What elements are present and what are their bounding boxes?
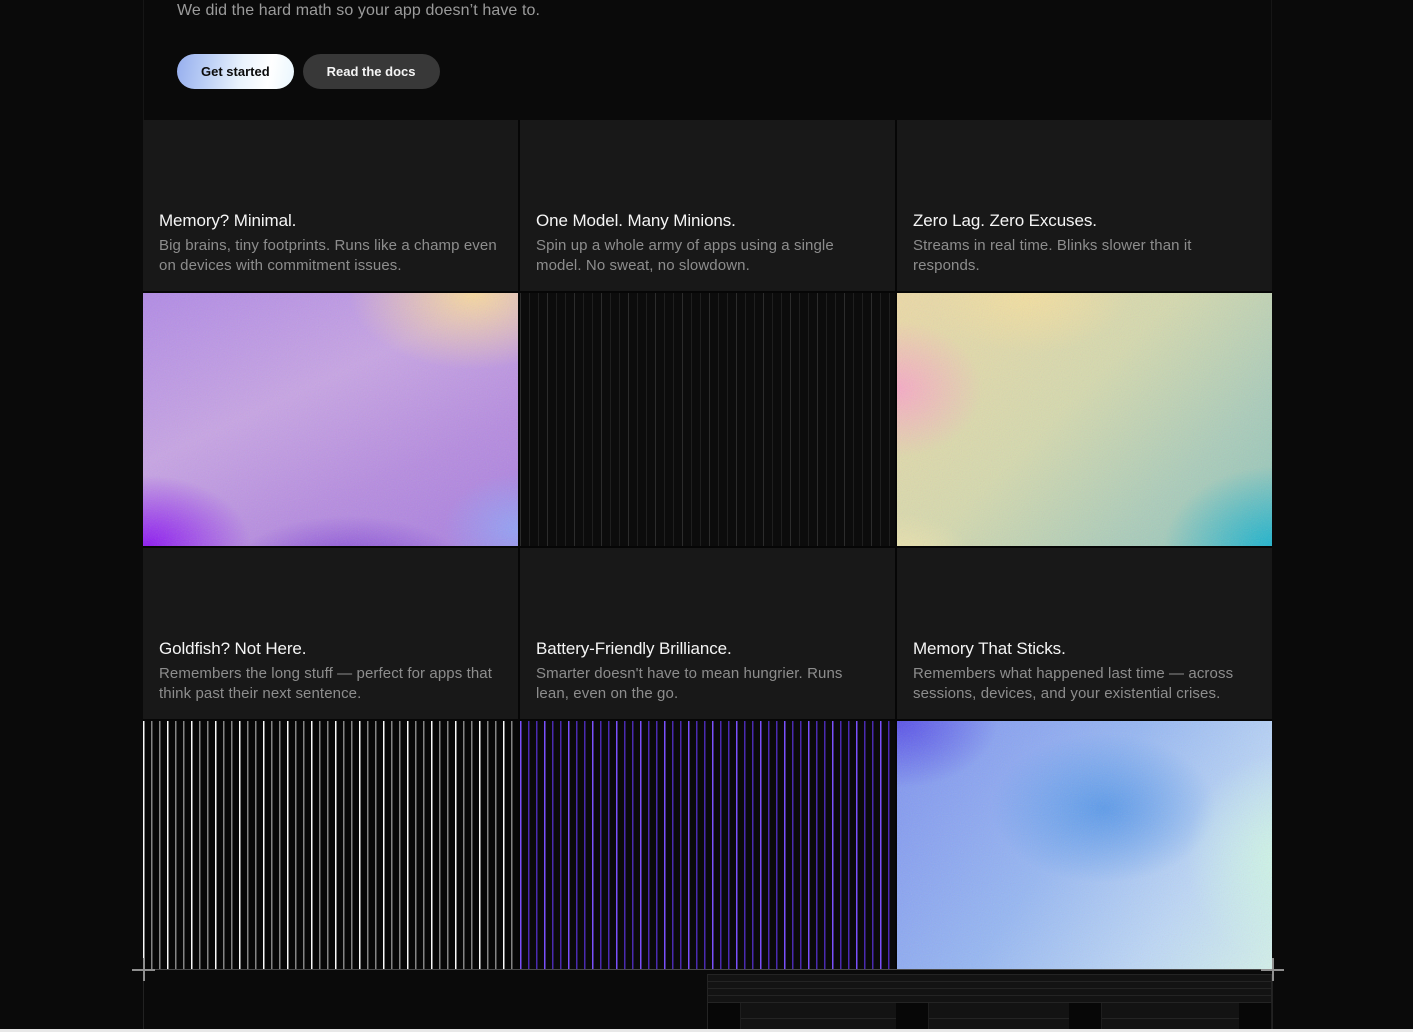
gradient-image-peach-teal [897,293,1272,546]
feature-description: Streams in real time. Blinks slower than… [913,237,1192,274]
table-preview-row [708,981,1271,988]
feature-card-battery-friendly: Battery-Friendly Brilliance. Smarter doe… [520,548,895,719]
table-preview-row [708,995,1271,1002]
stripes-image-purple [520,721,895,970]
table-preview-row [708,988,1271,995]
feature-description: Big brains, tiny footprints. Runs like a… [159,237,497,274]
feature-description: Remembers the long stuff — perfect for a… [159,665,493,702]
feature-card-memory-minimal: Memory? Minimal. Big brains, tiny footpr… [143,120,518,291]
feature-grid: Memory? Minimal. Big brains, tiny footpr… [143,120,1272,970]
section-divider-line [143,969,1272,970]
gradient-image-blue [897,721,1272,970]
table-preview-cell-dark [708,1003,741,1032]
feature-title: Zero Lag. Zero Excuses. [913,211,1097,230]
feature-title: Goldfish? Not Here. [159,639,307,658]
grain-texture [143,293,518,546]
table-preview-row [708,974,1271,981]
next-section-table-preview [707,974,1272,1032]
content-column: We did the hard math so your app doesn’t… [143,0,1272,970]
feature-title: Memory? Minimal. [159,211,297,230]
stripes-image-white [143,721,518,970]
feature-card-goldfish: Goldfish? Not Here. Remembers the long s… [143,548,518,719]
feature-card-zero-lag: Zero Lag. Zero Excuses. Streams in real … [897,120,1272,291]
feature-title: Battery-Friendly Brilliance. [536,639,732,658]
grain-texture [897,721,1272,970]
table-preview-block-rows [708,1002,1272,1032]
get-started-button[interactable]: Get started [177,54,294,89]
read-the-docs-button[interactable]: Read the docs [302,54,440,89]
feature-title: Memory That Sticks. [913,639,1066,658]
feature-description: Remembers what happened last time — acro… [913,665,1234,702]
table-preview-row-divider [708,1018,1271,1019]
table-preview-cell-dark [1239,1003,1272,1032]
feature-description: Smarter doesn't have to mean hungrier. R… [536,665,843,702]
stripes-image-dark [520,293,895,546]
feature-card-memory-sticks: Memory That Sticks. Remembers what happe… [897,548,1272,719]
feature-card-one-model: One Model. Many Minions. Spin up a whole… [520,120,895,291]
feature-title: One Model. Many Minions. [536,211,736,230]
hero-subtitle: We did the hard math so your app doesn’t… [177,2,541,19]
landing-page: We did the hard math so your app doesn’t… [0,0,1413,1032]
table-preview-cell-dark [1069,1003,1102,1032]
grid-cross-icon [132,958,155,981]
grain-texture [897,293,1272,546]
table-preview-cell-dark [896,1003,929,1032]
gradient-image-purple [143,293,518,546]
hero-buttons: Get started Read the docs [177,54,440,89]
hero-section: We did the hard math so your app doesn’t… [143,0,1272,120]
feature-description: Spin up a whole army of apps using a sin… [536,237,834,274]
